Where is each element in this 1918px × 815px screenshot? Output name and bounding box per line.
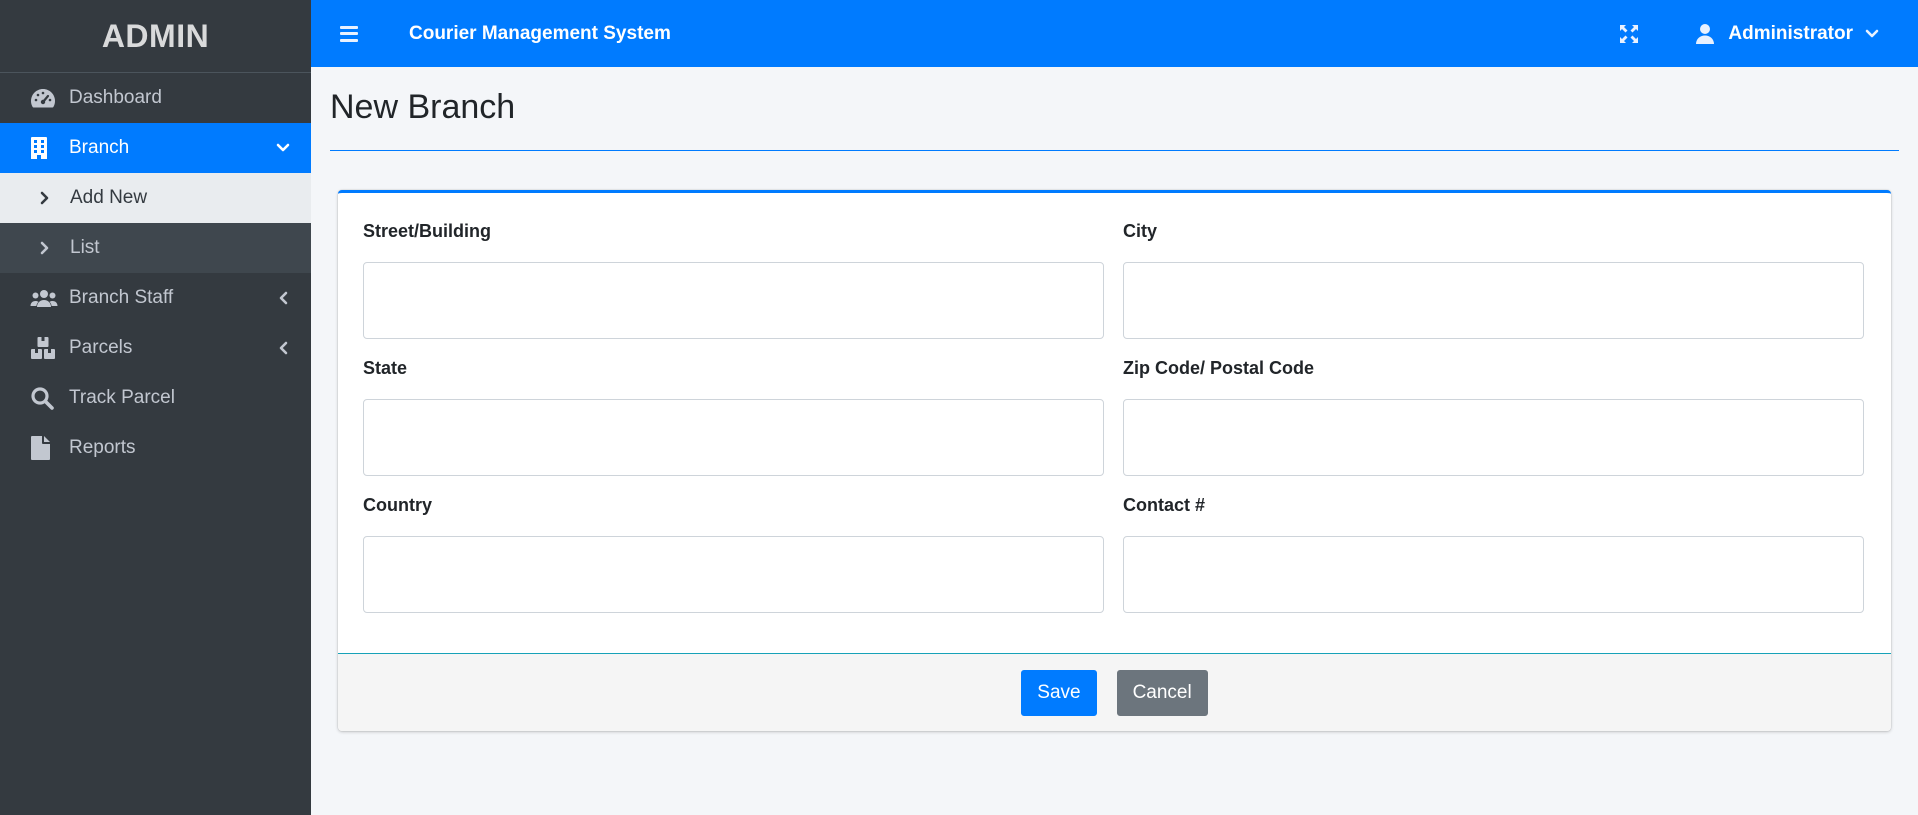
top-navbar: Courier Management System Administrator (311, 0, 1918, 67)
menu-toggle-icon[interactable] (340, 23, 366, 45)
user-menu[interactable]: Administrator (1695, 23, 1879, 45)
zip-label: Zip Code/ Postal Code (1123, 358, 1315, 378)
dashboard-icon (30, 85, 60, 111)
city-label: City (1123, 221, 1158, 241)
state-label: State (363, 358, 408, 378)
sidebar-subitem-list[interactable]: List (0, 223, 311, 273)
contact-field: Contact # (1123, 495, 1864, 613)
sidebar-item-branch-staff[interactable]: Branch Staff (0, 273, 311, 323)
country-label: Country (363, 495, 432, 515)
street-field: Street/Building (363, 221, 1104, 339)
parcels-icon (30, 335, 60, 361)
contact-input[interactable] (1123, 536, 1864, 613)
sidebar-item-label: Branch (69, 137, 130, 158)
brand-logo[interactable]: ADMIN (0, 0, 311, 73)
state-field: State (363, 358, 1104, 476)
users-icon (30, 285, 60, 311)
app-title: Courier Management System (409, 22, 671, 44)
sidebar-item-reports[interactable]: Reports (0, 423, 311, 473)
chevron-left-icon (275, 290, 291, 306)
user-name: Administrator (1728, 22, 1853, 44)
navbar-right: Administrator (1617, 22, 1879, 46)
sidebar-nav: Dashboard Branch Add New List Branch Sta… (0, 73, 311, 473)
street-label: Street/Building (363, 221, 492, 241)
sidebar-item-label: Branch Staff (69, 287, 174, 308)
sidebar-item-track-parcel[interactable]: Track Parcel (0, 373, 311, 423)
cancel-button[interactable]: Cancel (1116, 669, 1208, 716)
fullscreen-icon[interactable] (1617, 22, 1641, 46)
contact-label: Contact # (1123, 495, 1206, 515)
page-title: New Branch (330, 88, 516, 126)
building-icon (30, 135, 60, 161)
chevron-down-icon (275, 140, 291, 156)
state-input[interactable] (363, 399, 1104, 476)
user-icon (1695, 23, 1715, 45)
sidebar-item-label: Parcels (69, 337, 133, 358)
sidebar-subitem-label: Add New (70, 187, 148, 208)
city-field: City (1123, 221, 1864, 339)
sidebar-item-label: Track Parcel (69, 387, 175, 408)
sidebar-item-parcels[interactable]: Parcels (0, 323, 311, 373)
sidebar-subitem-add-new[interactable]: Add New (0, 173, 311, 223)
brand-title: ADMIN (101, 17, 210, 54)
title-divider (330, 150, 1899, 151)
search-icon (30, 385, 60, 411)
branch-form-card: Street/Building City State Zip Code/ Pos… (338, 190, 1891, 731)
country-input[interactable] (363, 536, 1104, 613)
sidebar-item-label: Dashboard (69, 87, 162, 108)
zip-input[interactable] (1123, 399, 1864, 476)
city-input[interactable] (1123, 262, 1864, 339)
country-field: Country (363, 495, 1104, 613)
chevron-down-icon (1865, 29, 1879, 39)
sidebar: ADMIN Dashboard Branch Add New List Bran… (0, 0, 311, 815)
zip-field: Zip Code/ Postal Code (1123, 358, 1864, 476)
sidebar-item-branch[interactable]: Branch (0, 123, 311, 173)
form-footer: Save Cancel (338, 653, 1891, 731)
save-button[interactable]: Save (1021, 669, 1097, 716)
main-content: New Branch Street/Building City State Zi… (311, 67, 1918, 815)
chevron-right-icon (40, 191, 60, 205)
sidebar-subitem-label: List (70, 237, 100, 258)
street-input[interactable] (363, 262, 1104, 339)
sidebar-item-dashboard[interactable]: Dashboard (0, 73, 311, 123)
chevron-left-icon (275, 340, 291, 356)
sidebar-item-label: Reports (69, 437, 136, 458)
file-icon (30, 435, 60, 461)
chevron-right-icon (40, 241, 60, 255)
